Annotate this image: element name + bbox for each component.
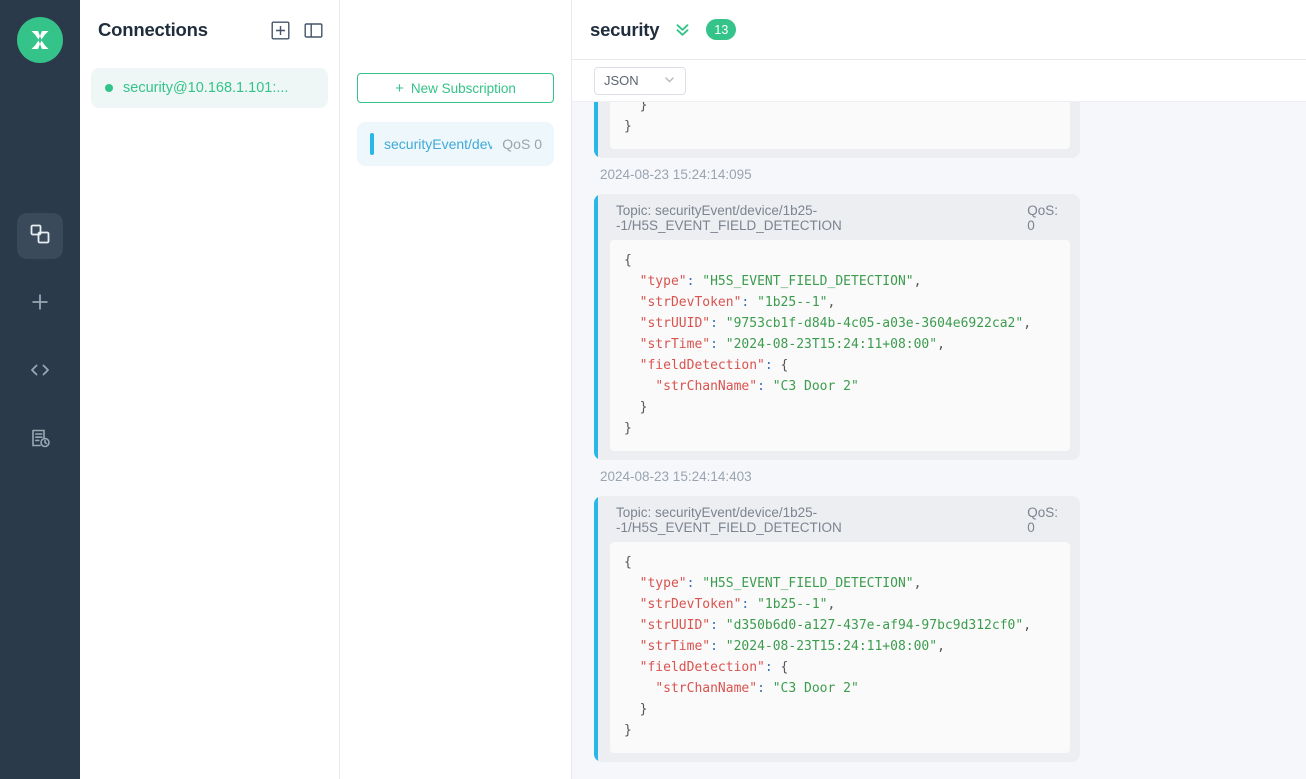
connections-header-actions	[271, 21, 323, 40]
activity-rail	[0, 0, 80, 779]
plus-icon: +	[395, 79, 404, 97]
message-topic: Topic: securityEvent/device/1b25--1/H5S_…	[616, 505, 842, 535]
message-header: Topic: securityEvent/device/1b25--1/H5S_…	[610, 504, 1070, 542]
message-qos: QoS: 0	[1027, 203, 1059, 233]
double-chevron-down-icon[interactable]	[673, 20, 692, 39]
connection-header: security 13	[572, 0, 1306, 60]
connections-list: security@10.168.1.101:...	[80, 60, 339, 108]
message-toolbar: JSON	[572, 60, 1306, 102]
subscriptions-list: securityEvent/dev... QoS 0	[340, 103, 571, 166]
rail-item-connections[interactable]	[17, 213, 63, 259]
message-inner: Topic: securityEvent/device/1b25--1/H5S_…	[594, 496, 1080, 762]
message-payload: { "type": "H5S_EVENT_FIELD_DETECTION", "…	[610, 240, 1070, 451]
message-count-badge: 13	[706, 19, 737, 40]
message-bubble[interactable]: Topic: securityEvent/device/1b25--1/H5S_…	[594, 194, 1080, 460]
add-connection-icon[interactable]	[271, 21, 290, 40]
plus-icon	[29, 291, 51, 318]
code-icon	[29, 359, 51, 386]
main-panel: security 13 JSON "strChanName": "C3 Door	[572, 0, 1306, 779]
message-topic: Topic: securityEvent/device/1b25--1/H5S_…	[616, 203, 842, 233]
rail-item-logs[interactable]	[17, 417, 63, 463]
rail-icon-group	[17, 213, 63, 463]
message-bubble[interactable]: Topic: securityEvent/device/1b25--1/H5S_…	[594, 496, 1080, 762]
rail-item-new-connection[interactable]	[17, 281, 63, 327]
new-subscription-wrap: + New Subscription	[340, 60, 571, 103]
rail-item-scripts[interactable]	[17, 349, 63, 395]
new-subscription-label: New Subscription	[410, 80, 516, 96]
new-subscription-button[interactable]: + New Subscription	[357, 73, 554, 103]
connections-icon	[29, 223, 51, 250]
subscription-color-bar	[370, 133, 374, 155]
message-payload: { "type": "H5S_EVENT_FIELD_DETECTION", "…	[610, 542, 1070, 753]
subscription-item[interactable]: securityEvent/dev... QoS 0	[357, 122, 554, 166]
connection-item-label: security@10.168.1.101:...	[123, 80, 289, 96]
message-inner: Topic: securityEvent/device/1b25--1/H5S_…	[594, 194, 1080, 460]
chevron-down-icon	[663, 73, 676, 89]
subscriptions-panel: + New Subscription securityEvent/dev... …	[340, 0, 572, 779]
mqttx-logo	[17, 17, 63, 63]
message-timestamp: 2024-08-23 15:24:14:095	[600, 167, 752, 182]
connections-header: Connections	[80, 0, 339, 60]
message-payload: "strChanName": "C3 Door 2" } }	[610, 102, 1070, 149]
message-timestamp: 2024-08-23 15:24:14:403	[600, 469, 752, 484]
log-icon	[29, 427, 51, 454]
app-window: Connections security@10.168.1.101:... + …	[0, 0, 1306, 779]
message-qos: QoS: 0	[1027, 505, 1059, 535]
message-inner: "strChanName": "C3 Door 2" } }	[594, 102, 1080, 158]
connection-item[interactable]: security@10.168.1.101:...	[91, 68, 328, 108]
payload-format-value: JSON	[604, 73, 639, 88]
message-bubble[interactable]: "strChanName": "C3 Door 2" } }	[594, 102, 1080, 158]
connection-status-dot	[105, 84, 113, 92]
payload-format-select[interactable]: JSON	[594, 66, 686, 95]
subscription-qos: QoS 0	[502, 136, 542, 152]
message-stream[interactable]: "strChanName": "C3 Door 2" } } 2024-08-23…	[572, 102, 1306, 779]
page-title: Connections	[98, 19, 208, 40]
message-header: Topic: securityEvent/device/1b25--1/H5S_…	[610, 202, 1070, 240]
connections-panel: Connections security@10.168.1.101:...	[80, 0, 340, 779]
subscription-topic: securityEvent/dev...	[384, 136, 493, 152]
toggle-layout-icon[interactable]	[304, 21, 323, 40]
connection-title: security	[590, 18, 660, 40]
